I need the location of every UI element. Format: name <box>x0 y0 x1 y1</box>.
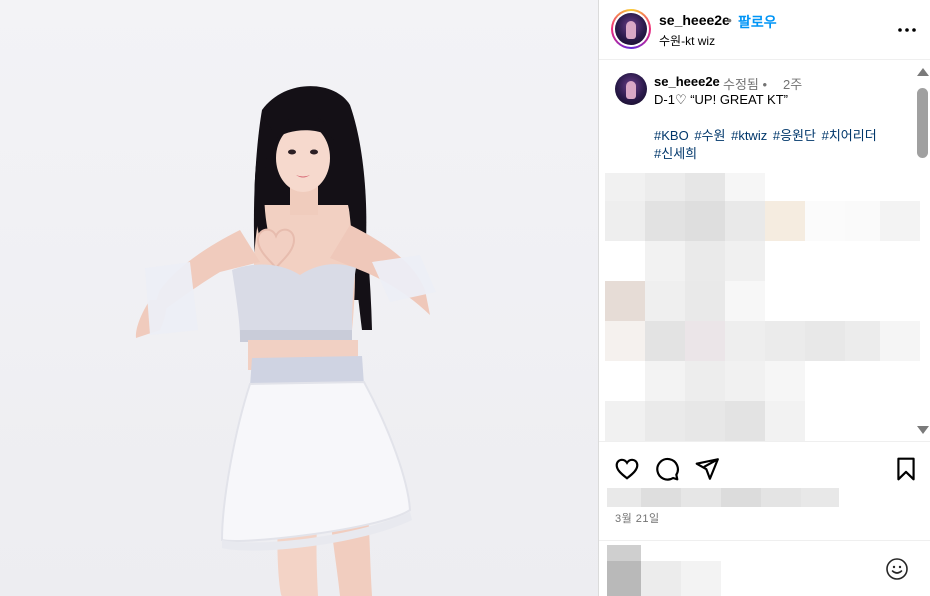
scroll-up-arrow-icon[interactable] <box>917 68 929 76</box>
caption-text: D-1♡ “UP! GREAT KT” <box>654 92 788 107</box>
cheerleader-photo-illustration <box>135 86 436 596</box>
edited-label: 수정됨 • <box>723 77 768 92</box>
scroll-down-arrow-icon[interactable] <box>917 426 929 434</box>
follow-button[interactable]: 팔로우 <box>738 12 777 32</box>
post-side-panel: se_heee2e • 팔로우 수원-kt wiz se_heee2e 수정됨 … <box>598 0 930 596</box>
caption-username[interactable]: se_heee2e <box>654 74 720 89</box>
comment-input-row[interactable] <box>599 540 930 596</box>
blurred-likes-line <box>607 488 839 507</box>
blurred-comments <box>605 173 920 441</box>
hashtag-link[interactable]: #신세희 <box>654 146 697 161</box>
scroll-thumb[interactable] <box>917 88 928 158</box>
hashtag-link[interactable]: #KBO <box>654 128 689 143</box>
hashtag-link[interactable]: #수원 <box>694 128 725 143</box>
post-date[interactable]: 3월 21일 <box>615 510 660 526</box>
post-header: se_heee2e • 팔로우 수원-kt wiz <box>599 0 930 60</box>
more-horizontal-icon[interactable] <box>895 18 919 42</box>
header-username[interactable]: se_heee2e <box>659 12 730 28</box>
avatar-image <box>615 13 647 45</box>
hashtag-link[interactable]: #ktwiz <box>731 128 767 143</box>
caption-avatar[interactable] <box>615 73 647 105</box>
paper-plane-icon[interactable] <box>694 456 720 482</box>
bookmark-icon[interactable] <box>893 456 919 482</box>
hashtag-link[interactable]: #응원단 <box>773 128 816 143</box>
blurred-comment-avatar <box>607 545 721 596</box>
separator-dot: • <box>727 12 732 28</box>
post-photo[interactable] <box>0 0 598 596</box>
caption-comments-area: se_heee2e 수정됨 • 2주 D-1♡ “UP! GREAT KT” #… <box>599 61 930 441</box>
post-time[interactable]: 2주 <box>783 74 802 93</box>
comment-bubble-icon[interactable] <box>654 456 680 482</box>
profile-avatar[interactable] <box>611 9 651 49</box>
hashtag-list: #KBO #수원 #ktwiz #응원단 #치어리더 #신세희 <box>654 127 889 163</box>
smiley-icon[interactable] <box>885 557 909 581</box>
hashtag-link[interactable]: #치어리더 <box>822 128 877 143</box>
heart-icon[interactable] <box>614 456 640 482</box>
location-label[interactable]: 수원-kt wiz <box>659 32 715 49</box>
action-bar <box>599 441 930 491</box>
